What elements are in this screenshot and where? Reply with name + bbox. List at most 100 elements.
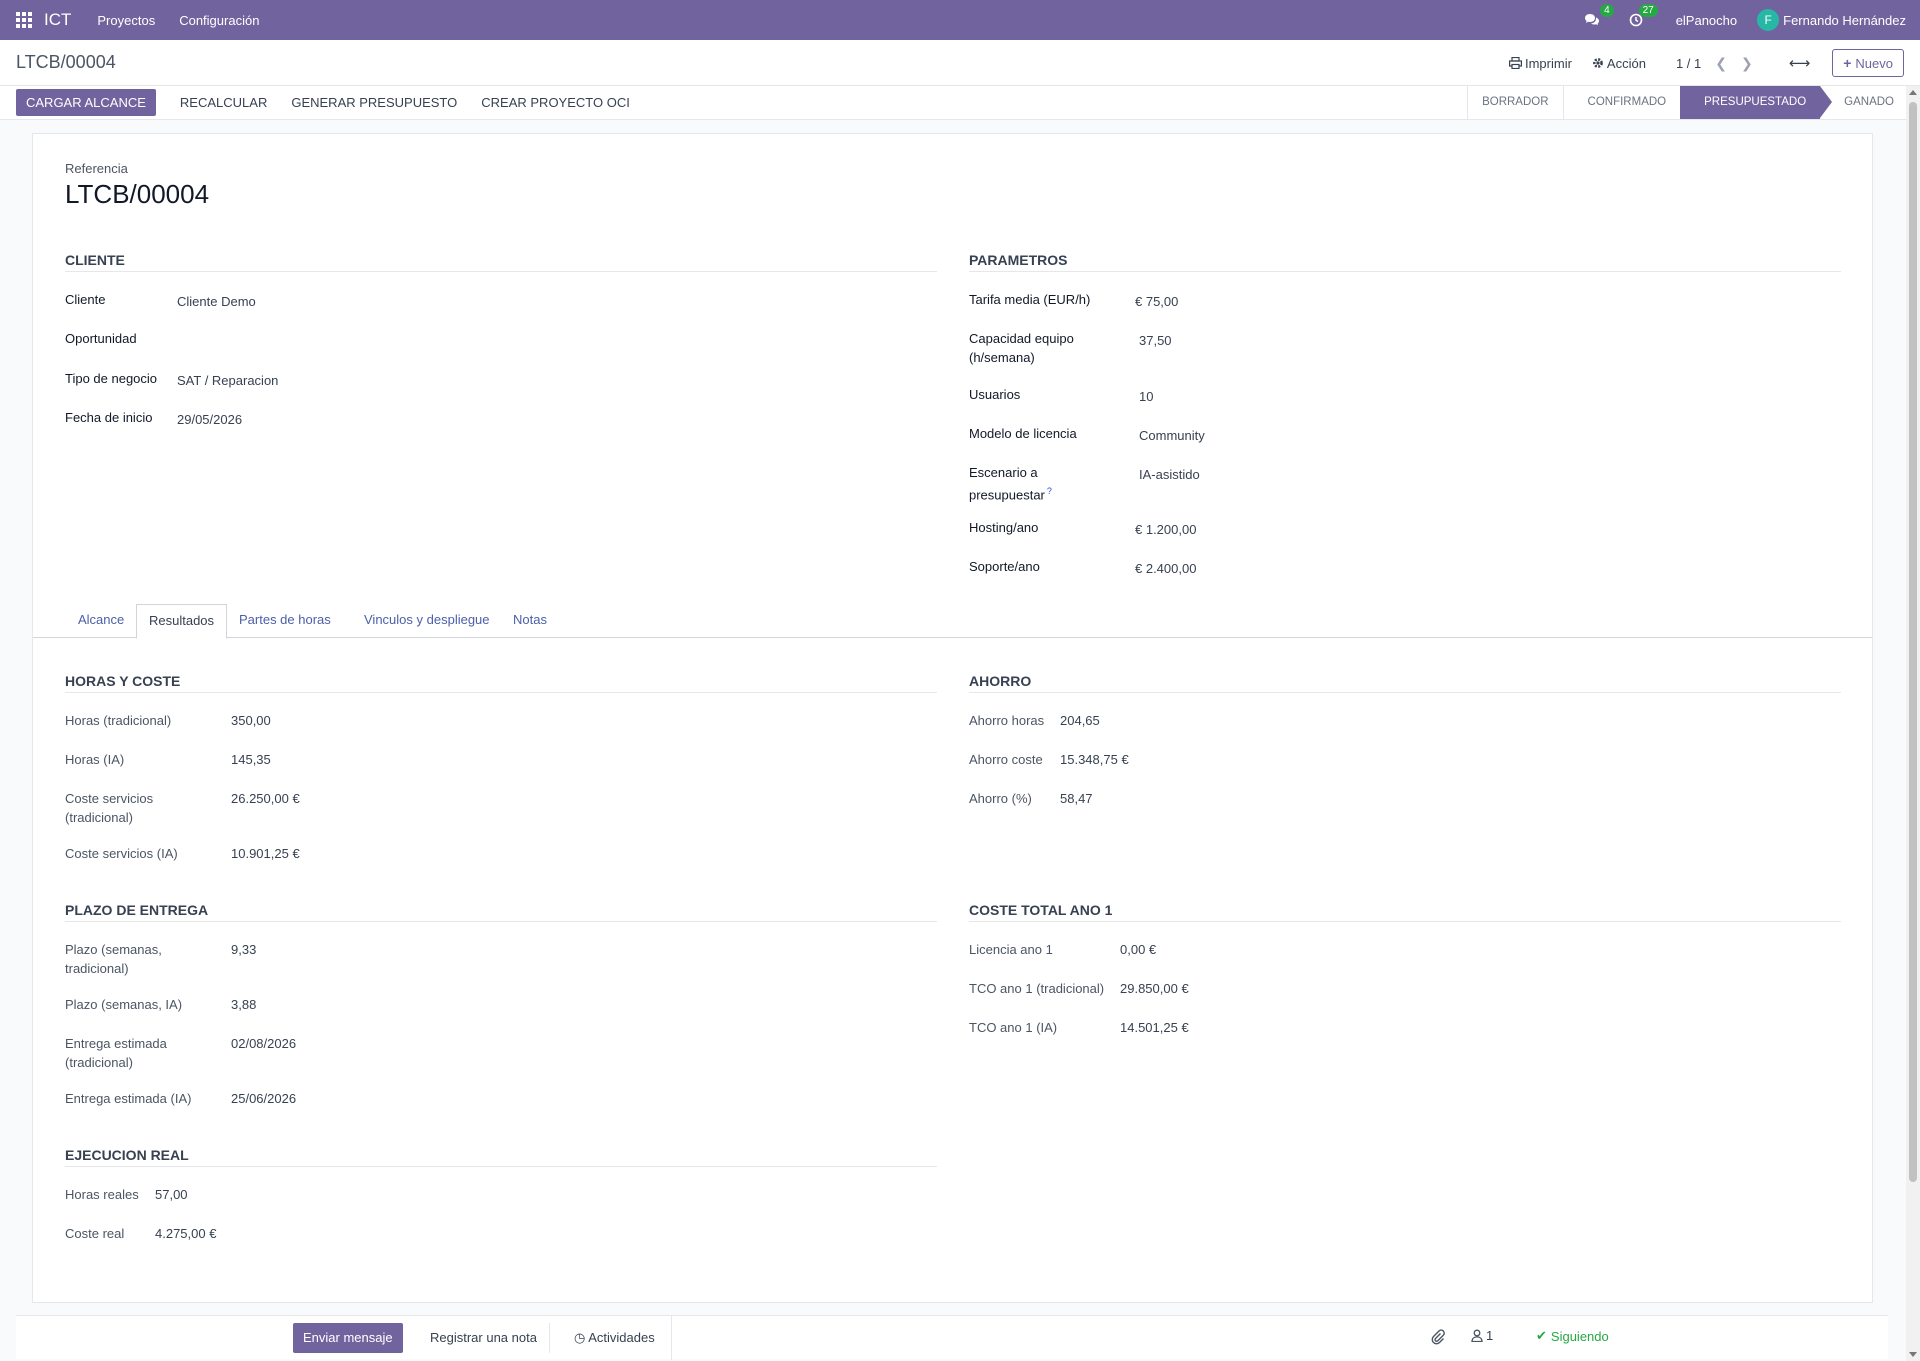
scroll-down-icon[interactable] <box>1909 1352 1917 1357</box>
field-capacidad-label: Capacidad equipo (h/semana) <box>969 331 1074 365</box>
following-button[interactable]: ✔ Siguiendo <box>1536 1328 1609 1344</box>
tab-resultados[interactable]: Resultados <box>136 604 228 639</box>
followers-button[interactable]: 1 <box>1471 1328 1493 1343</box>
coste-real-value: 4.275,00 € <box>155 1226 217 1241</box>
status-bar: CARGAR ALCANCE RECALCULAR GENERAR PRESUP… <box>0 86 1920 120</box>
ahorro-coste-label: Ahorro coste <box>969 752 1043 767</box>
field-tipo-negocio-label: Tipo de negocio <box>65 371 158 386</box>
plazo-tradicional-label: Plazo (semanas, tradicional) <box>65 942 162 976</box>
chatter-bar: Enviar mensaje Registrar una nota ◷ Acti… <box>16 1315 1888 1360</box>
help-tooltip-icon[interactable]: ? <box>1047 486 1052 496</box>
log-note-button[interactable]: Registrar una nota <box>418 1323 550 1353</box>
generar-presupuesto-button[interactable]: GENERAR PRESUPUESTO <box>291 95 457 110</box>
licencia-ano1-label: Licencia ano 1 <box>969 942 1053 957</box>
activities-chatter-button[interactable]: ◷ Actividades <box>558 1316 672 1360</box>
stage-ganado[interactable]: GANADO <box>1820 86 1908 119</box>
scroll-up-icon[interactable] <box>1909 90 1917 95</box>
user-name: Fernando Hernández <box>1783 12 1906 28</box>
apps-menu-icon[interactable] <box>0 0 48 40</box>
reference-value[interactable]: LTCB/00004 <box>65 179 209 210</box>
field-cliente-label: Cliente <box>65 292 106 307</box>
field-oportunidad-label: Oportunidad <box>65 331 137 346</box>
print-button[interactable]: Imprimir <box>1508 55 1572 71</box>
field-hosting-value[interactable]: € 1.200,00 <box>1135 520 1196 539</box>
print-label: Imprimir <box>1524 55 1572 71</box>
field-tarifa-label: Tarifa media (EUR/h) <box>969 292 1091 307</box>
breadcrumb: LTCB/00004 <box>16 52 116 72</box>
plus-icon: + <box>1843 55 1852 71</box>
field-tipo-negocio-value[interactable]: SAT / Reparacion <box>177 371 278 390</box>
check-icon: ✔ <box>1536 1328 1547 1343</box>
stage-borrador[interactable]: BORRADOR <box>1467 86 1562 119</box>
action-button[interactable]: Acción <box>1592 56 1646 71</box>
horas-tradicional-label: Horas (tradicional) <box>65 713 172 728</box>
coste-servicios-ia-label: Coste servicios (IA) <box>65 846 178 861</box>
tco-ia-value: 14.501,25 € <box>1120 1020 1189 1035</box>
ahorro-horas-value: 204,65 <box>1060 713 1100 728</box>
field-usuarios-label: Usuarios <box>969 387 1021 402</box>
company-switcher[interactable]: elPanocho <box>1676 13 1737 28</box>
entrega-ia-value: 25/06/2026 <box>231 1091 297 1106</box>
field-soporte-value[interactable]: € 2.400,00 <box>1135 559 1196 578</box>
group-parametros-title: PARAMETROS <box>969 252 1841 272</box>
stage-confirmado[interactable]: CONFIRMADO <box>1562 86 1681 119</box>
activities-badge: 27 <box>1638 4 1658 17</box>
menu-proyectos[interactable]: Proyectos <box>97 13 155 28</box>
entrega-tradicional-value: 02/08/2026 <box>231 1036 297 1051</box>
form-sheet: Referencia LTCB/00004 CLIENTE Cliente Cl… <box>32 133 1873 1303</box>
field-cliente-value[interactable]: Cliente Demo <box>177 292 256 311</box>
group-ahorro-title: AHORRO <box>969 673 1841 693</box>
expand-icon[interactable]: ⟷ <box>1789 54 1811 72</box>
group-cliente-title: CLIENTE <box>65 252 937 272</box>
user-menu[interactable]: F Fernando Hernández <box>1757 9 1906 31</box>
recalcular-button[interactable]: RECALCULAR <box>180 95 267 110</box>
stage-pipeline: BORRADOR CONFIRMADO PRESUPUESTADO GANADO <box>1467 86 1908 120</box>
field-soporte-label: Soporte/ano <box>969 559 1040 574</box>
plazo-tradicional-value: 9,33 <box>231 942 257 957</box>
control-panel: LTCB/00004 Imprimir Acción 1 / 1 ❮ ❯ ⟷ +… <box>0 40 1920 86</box>
pager-next-icon[interactable]: ❯ <box>1741 55 1753 72</box>
entrega-ia-label: Entrega estimada (IA) <box>65 1091 192 1106</box>
ahorro-horas-label: Ahorro horas <box>969 713 1045 728</box>
horas-tradicional-value: 350,00 <box>231 713 271 728</box>
field-fecha-inicio-value[interactable]: 29/05/2026 <box>177 410 242 429</box>
clock-icon: ◷ <box>574 1330 589 1345</box>
licencia-ano1-value: 0,00 € <box>1120 942 1157 957</box>
tco-ia-label: TCO ano 1 (IA) <box>969 1020 1058 1035</box>
print-icon <box>1508 57 1522 69</box>
activities-button[interactable]: 27 <box>1624 4 1658 30</box>
send-message-button[interactable]: Enviar mensaje <box>293 1323 403 1353</box>
gear-icon <box>1593 58 1603 68</box>
pager-value[interactable]: 1 / 1 <box>1676 56 1701 71</box>
tab-notas[interactable]: Notas <box>501 604 559 638</box>
ahorro-pct-value: 58,47 <box>1060 791 1093 806</box>
messages-button[interactable]: 4 <box>1580 4 1614 30</box>
scrollbar[interactable] <box>1906 86 1920 1361</box>
field-usuarios-value[interactable]: 10 <box>1139 387 1153 406</box>
stage-presupuestado[interactable]: PRESUPUESTADO <box>1680 86 1833 119</box>
field-capacidad-value[interactable]: 37,50 <box>1139 331 1172 350</box>
field-tarifa-value[interactable]: € 75,00 <box>1135 292 1178 311</box>
tab-alcance[interactable]: Alcance <box>66 604 136 638</box>
menu-configuracion[interactable]: Configuración <box>179 13 259 28</box>
horas-reales-value: 57,00 <box>155 1187 188 1202</box>
pager-prev-icon[interactable]: ❮ <box>1715 55 1727 72</box>
coste-servicios-tradicional-label: Coste servicios (tradicional) <box>65 791 154 825</box>
new-button[interactable]: + Nuevo <box>1832 49 1904 77</box>
field-modelo-licencia-value[interactable]: Community <box>1139 426 1205 445</box>
app-brand[interactable]: ICT <box>44 10 71 30</box>
cargar-alcance-button[interactable]: CARGAR ALCANCE <box>16 89 156 116</box>
paperclip-icon[interactable] <box>1431 1329 1445 1348</box>
scrollbar-thumb[interactable] <box>1909 102 1917 1182</box>
field-escenario-value[interactable]: IA-asistido <box>1139 465 1200 484</box>
tab-partes-horas[interactable]: Partes de horas <box>227 604 343 638</box>
tab-vinculos-despliegue[interactable]: Vinculos y despliegue <box>352 604 502 638</box>
group-ejecucion-title: EJECUCION REAL <box>65 1147 937 1167</box>
plazo-ia-label: Plazo (semanas, IA) <box>65 997 183 1012</box>
coste-servicios-ia-value: 10.901,25 € <box>231 846 300 861</box>
messages-badge: 4 <box>1600 4 1614 17</box>
group-coste-total-title: COSTE TOTAL ANO 1 <box>969 902 1841 922</box>
field-hosting-label: Hosting/ano <box>969 520 1039 535</box>
crear-proyecto-oci-button[interactable]: CREAR PROYECTO OCI <box>481 95 630 110</box>
field-modelo-licencia-label: Modelo de licencia <box>969 426 1077 441</box>
